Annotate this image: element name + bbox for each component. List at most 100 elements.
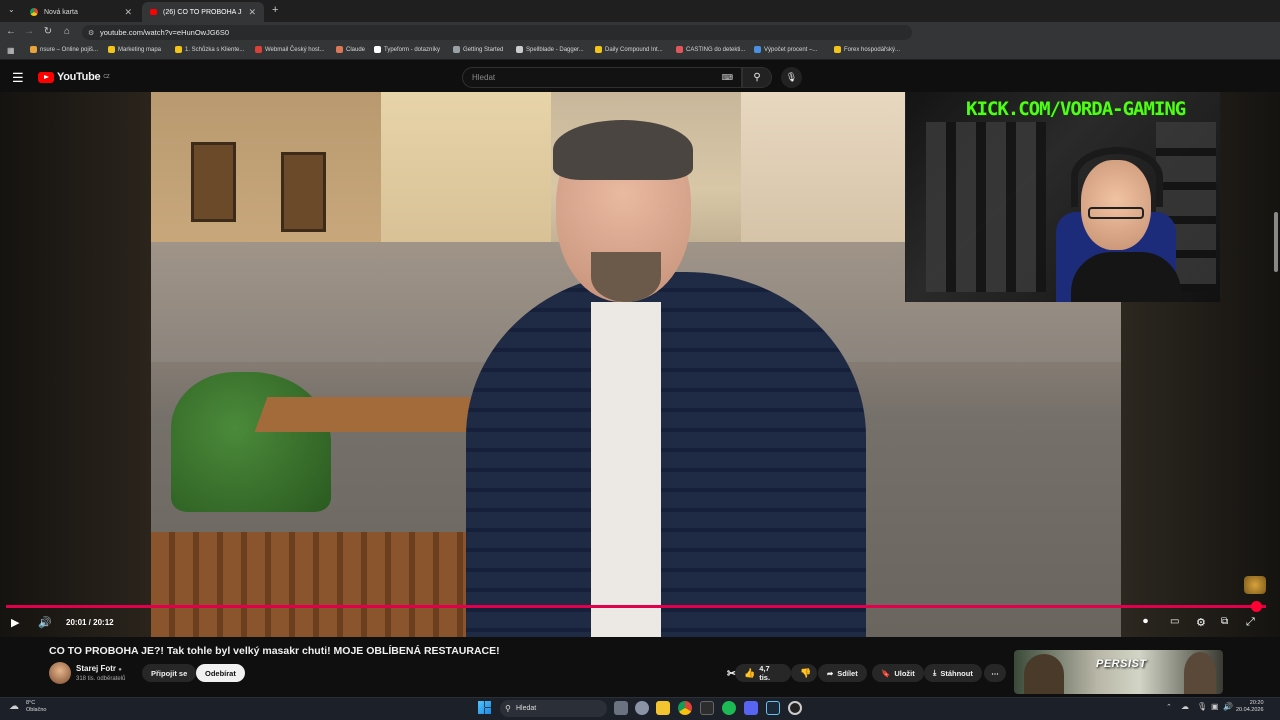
address-bar[interactable]: ⚙ youtube.com/watch?v=eHunOwJG6S0: [82, 25, 912, 40]
voice-search-button[interactable]: 🎙: [781, 67, 802, 88]
weather-temp: 8°C: [26, 700, 36, 706]
apps-grid-icon[interactable]: ▦: [7, 46, 15, 55]
glasses: [1088, 207, 1144, 219]
keyboard-icon[interactable]: ⌨: [721, 73, 733, 82]
obs-app-icon[interactable]: [788, 701, 802, 715]
bookmark-item[interactable]: Spellblade - Dagger...: [516, 46, 584, 53]
settings-app-icon[interactable]: [635, 701, 649, 715]
building-window: [191, 142, 236, 222]
share-button[interactable]: ➦ Sdílet: [818, 664, 867, 682]
tab-new-tab[interactable]: Nová karta ✕: [22, 2, 140, 22]
close-tab-icon[interactable]: ✕: [248, 7, 256, 18]
streamer-body: [1071, 252, 1181, 302]
bookmark-label: nsure – Online pojiš...: [40, 46, 99, 53]
terminal-app-icon[interactable]: [700, 701, 714, 715]
progress-bar[interactable]: [6, 605, 1266, 608]
bookmark-item[interactable]: Výpočet procent –...: [754, 46, 817, 53]
tab-label: (26) CO TO PROBOHA JE?! Tak: [163, 8, 242, 16]
subtitles-icon[interactable]: ▭: [1170, 616, 1179, 627]
fullscreen-icon[interactable]: ⤢: [1246, 616, 1255, 629]
tray-network-icon[interactable]: ▣: [1211, 702, 1219, 711]
bookmark-item[interactable]: Daily Compound Int...: [595, 46, 663, 53]
steam-app-icon[interactable]: [766, 701, 780, 715]
close-tab-icon[interactable]: ✕: [124, 7, 132, 18]
bookmark-item[interactable]: CASTING do detekti...: [676, 46, 745, 53]
person-jacket: [466, 272, 866, 637]
miniplayer-icon[interactable]: ⧉: [1221, 616, 1228, 627]
bookmark-favicon-icon: [516, 46, 523, 53]
tray-chevron-icon[interactable]: ⌃: [1166, 703, 1172, 711]
bookmark-icon: 🔖: [881, 668, 891, 678]
new-tab-button[interactable]: +: [272, 4, 278, 16]
microphone-icon: 🎙: [785, 72, 798, 82]
taskbar-search[interactable]: ⚲ Hledat: [500, 700, 607, 717]
thumbs-up-icon: 👍: [744, 667, 756, 678]
bookmark-item[interactable]: 1. Schůzka s Kliente...: [175, 46, 244, 53]
bookmark-favicon-icon: [374, 46, 381, 53]
scrollbar-thumb[interactable]: [1274, 212, 1278, 272]
youtube-search-input[interactable]: Hledat ⌨: [462, 67, 742, 88]
bookmark-label: Forex hospodářský...: [844, 46, 901, 53]
tab-menu-button[interactable]: ⌄: [8, 5, 15, 14]
bookmark-favicon-icon: [336, 46, 343, 53]
settings-gear-icon[interactable]: ⚙: [1196, 616, 1206, 629]
progress-scrubber[interactable]: [1251, 601, 1262, 612]
download-button[interactable]: ⤓ Stáhnout: [924, 664, 982, 682]
tray-mic-icon[interactable]: 🎙: [1197, 702, 1207, 711]
home-icon[interactable]: ⌂: [60, 26, 74, 37]
channel-watermark-icon[interactable]: [1244, 576, 1266, 594]
youtube-favicon-icon: [150, 9, 158, 15]
search-icon: ⚲: [505, 704, 511, 713]
chrome-app-icon[interactable]: [678, 701, 692, 715]
bookmark-item[interactable]: Marketing mapa: [108, 46, 161, 53]
volume-icon[interactable]: 🔊: [38, 616, 52, 629]
autoplay-toggle-icon[interactable]: ⏺: [1143, 616, 1148, 627]
weather-widget[interactable]: 8°C Oblačno: [26, 700, 47, 714]
bookmark-label: Getting Started: [463, 46, 504, 53]
download-label: Stáhnout: [940, 668, 973, 678]
bookmark-item[interactable]: nsure – Online pojiš...: [30, 46, 98, 53]
play-icon[interactable]: ▶: [11, 616, 19, 629]
task-view-icon[interactable]: [614, 701, 628, 715]
sponsored-ad-banner[interactable]: PERSIST: [1014, 650, 1223, 694]
bookmark-item[interactable]: Claude: [336, 46, 365, 53]
tray-cloud-icon[interactable]: ☁: [1181, 702, 1189, 711]
bookmark-item[interactable]: Typeform - dotazníky: [374, 46, 440, 53]
forward-arrow-icon[interactable]: →: [22, 26, 36, 37]
menu-hamburger-icon[interactable]: ☰: [12, 70, 24, 86]
reload-icon[interactable]: ↻: [41, 26, 55, 37]
person-shirt: [591, 302, 661, 637]
join-button[interactable]: Připojit se: [142, 664, 197, 682]
youtube-logo[interactable]: YouTube CZ: [38, 71, 110, 83]
channel-name[interactable]: Starej Fotr ●: [76, 664, 122, 673]
back-arrow-icon[interactable]: ←: [4, 26, 18, 37]
subscribe-button[interactable]: Odebírat: [196, 664, 245, 682]
bookmark-label: Claude: [346, 46, 366, 53]
search-placeholder: Hledat: [472, 73, 496, 82]
search-button[interactable]: ⚲: [742, 67, 772, 88]
site-info-icon[interactable]: ⚙: [88, 29, 94, 37]
tray-volume-icon[interactable]: 🔊: [1223, 702, 1233, 711]
clock-time: 20:20: [1249, 700, 1264, 706]
bookmark-item[interactable]: Forex hospodářský...: [834, 46, 900, 53]
channel-avatar[interactable]: [49, 662, 71, 684]
discord-app-icon[interactable]: [744, 701, 758, 715]
tab-youtube-video[interactable]: (26) CO TO PROBOHA JE?! Tak ✕: [142, 2, 264, 22]
bookmark-label: Webmail Český host...: [265, 46, 325, 53]
more-actions-button[interactable]: ⋯: [984, 664, 1006, 682]
bookmark-item[interactable]: Webmail Český host...: [255, 46, 325, 53]
video-player[interactable]: KICK.COM/VORDA-GAMING: [0, 92, 1280, 637]
video-title: CO TO PROBOHA JE?! Tak tohle byl velký m…: [49, 645, 500, 657]
kick-channel-label: KICK.COM/VORDA-GAMING: [966, 98, 1186, 120]
file-explorer-icon[interactable]: [656, 701, 670, 715]
youtube-logo-text: YouTube: [57, 71, 101, 83]
weather-cloud-icon[interactable]: ☁: [9, 701, 19, 712]
like-button[interactable]: 👍 4,7 tis.: [735, 664, 791, 682]
save-button[interactable]: 🔖 Uložit: [872, 664, 924, 682]
youtube-region-code: CZ: [103, 74, 110, 80]
taskbar-clock[interactable]: 20:20 20.04.2026: [1236, 700, 1264, 714]
bookmark-item[interactable]: Getting Started: [453, 46, 503, 53]
shelf-frames: [926, 122, 1046, 292]
spotify-app-icon[interactable]: [722, 701, 736, 715]
dislike-button[interactable]: 👎: [791, 664, 817, 682]
